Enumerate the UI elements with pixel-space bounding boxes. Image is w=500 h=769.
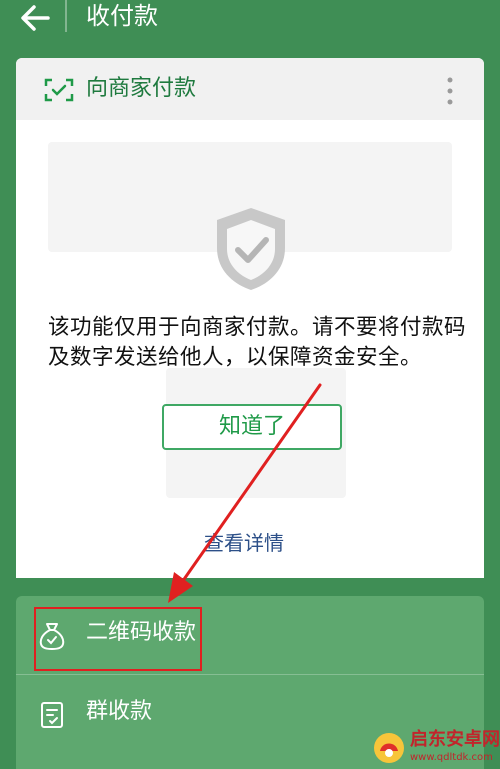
back-button[interactable] [18, 3, 52, 33]
card-header: 向商家付款 [16, 58, 484, 120]
security-notice: 该功能仅用于向商家付款。请不要将付款码及数字发送给他人，以保障资金安全。 [48, 315, 467, 370]
card-title: 向商家付款 [86, 76, 197, 101]
watermark-url: www.qdltdk.com [410, 752, 493, 763]
red-highlight-box [34, 607, 202, 671]
arrow-left-icon [21, 5, 50, 31]
group-receipt-icon [41, 702, 63, 728]
got-it-button[interactable]: 知道了 [162, 404, 342, 450]
menu-label-group-receive: 群收款 [86, 699, 153, 724]
scan-frame-icon [44, 78, 74, 102]
top-bar: 收付款 [0, 0, 500, 36]
shield-check-icon [217, 208, 285, 290]
watermark-name: 启东安卓网 [410, 729, 500, 750]
watermark-logo-icon [374, 733, 404, 763]
page-title: 收付款 [86, 2, 158, 30]
more-vertical-icon[interactable] [440, 74, 460, 108]
view-details-link[interactable]: 查看详情 [204, 528, 284, 558]
merchant-payment-card: 向商家付款 该功能仅用于向商家付款。请不要将付款码及数字发送给他人，以保障资金安… [16, 58, 484, 578]
header-divider [65, 0, 67, 32]
